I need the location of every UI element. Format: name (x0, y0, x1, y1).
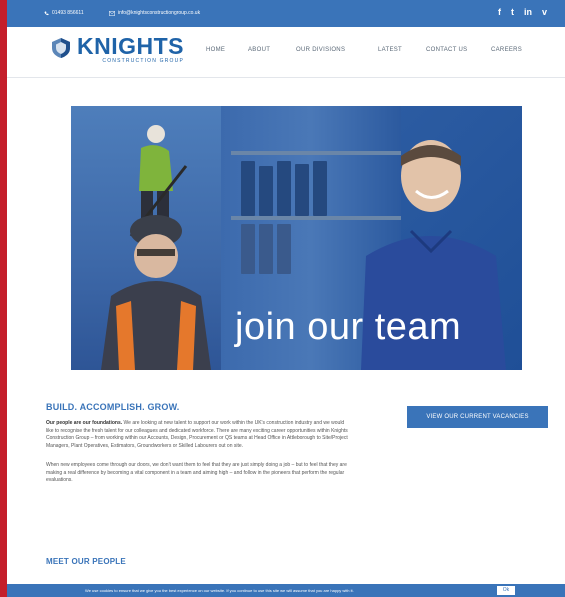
email-link[interactable]: info@knightsconstructiongroup.co.uk (109, 10, 200, 16)
shield-logo-icon (52, 38, 70, 58)
hero-banner: join our team (71, 106, 522, 370)
facebook-icon[interactable]: f (498, 7, 501, 17)
logo-name: KNIGHTS (77, 33, 184, 59)
nav-latest[interactable]: LATEST (378, 47, 402, 53)
phone-number: 01493 856611 (52, 10, 84, 16)
nav-home[interactable]: HOME (206, 47, 225, 53)
hero-workers-image (71, 106, 221, 370)
view-vacancies-button[interactable]: VIEW OUR CURRENT VACANCIES (407, 406, 548, 428)
nav-about[interactable]: ABOUT (248, 47, 270, 53)
nav-contact-us[interactable]: CONTACT US (426, 47, 467, 53)
top-contact-bar: 01493 856611 info@knightsconstructiongro… (7, 0, 565, 27)
phone-icon (44, 11, 49, 15)
hero-caption: join our team (235, 306, 462, 348)
email-address: info@knightsconstructiongroup.co.uk (118, 10, 201, 16)
linkedin-icon[interactable]: in (524, 7, 532, 17)
cookie-bar: We use cookies to ensure that we give yo… (7, 584, 565, 597)
intro-bold-text: Our people are our foundations. (46, 420, 123, 426)
site-header: KNIGHTS CONSTRUCTION GROUP HOME ABOUT OU… (7, 27, 565, 78)
section-heading: BUILD. ACCOMPLISH. GROW. (46, 402, 180, 412)
meet-our-people-heading: MEET OUR PEOPLE (46, 557, 126, 566)
intro-paragraph: Our people are our foundations. We are l… (46, 420, 351, 450)
workers-illustration (101, 125, 211, 370)
cookie-ok-button[interactable]: Ok (497, 586, 515, 595)
social-links: f t in v (498, 7, 547, 17)
site-logo[interactable]: KNIGHTS CONSTRUCTION GROUP (50, 35, 184, 64)
page: 01493 856611 info@knightsconstructiongro… (7, 0, 565, 597)
second-paragraph: When new employees come through our door… (46, 462, 347, 483)
twitter-icon[interactable]: t (511, 7, 514, 17)
phone-link[interactable]: 01493 856611 (44, 10, 84, 16)
cookie-message: We use cookies to ensure that we give yo… (85, 588, 354, 593)
nav-careers[interactable]: CAREERS (491, 47, 522, 53)
email-icon (109, 10, 115, 16)
nav-our-divisions[interactable]: OUR DIVISIONS (296, 47, 345, 53)
vimeo-icon[interactable]: v (542, 7, 547, 17)
